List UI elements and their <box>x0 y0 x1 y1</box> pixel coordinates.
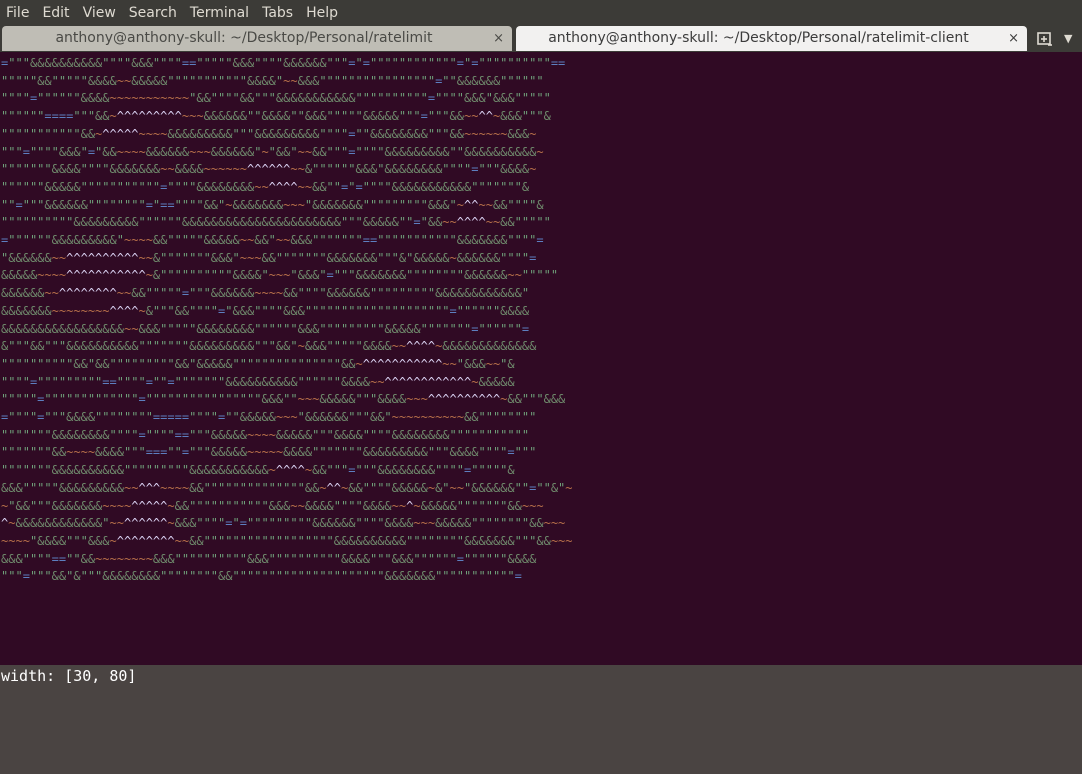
terminal-line: """"=""""""&&&&~~~~~~~~~~~"&&""""&&"""&&… <box>1 91 551 106</box>
terminal-line: "&&&&&&~~^^^^^^^^^^~~&"""""""&&&"~~~&&""… <box>1 250 537 265</box>
status-area: width: [30, 80] <box>0 665 1082 774</box>
terminal-line: """""""&&~~~~&&&&"""===""="""&&&&&~~~~~&… <box>1 445 537 460</box>
close-icon[interactable]: × <box>1008 26 1019 51</box>
terminal-line: &&&"""""&&&&&&&&&~~^^^~~~~&&""""""""""""… <box>1 480 573 495</box>
terminal-line: =""""="""&&&&""""""""=====""""=""&&&&&~~… <box>1 410 537 425</box>
terminal-line: ~~~~"&&&&"""&&&~^^^^^^^^~~&&""""""""""""… <box>1 533 573 548</box>
terminal-line: """"""""""&&&&&&&&&""""""&&&&&&&&&&&&&&&… <box>1 215 551 230</box>
terminal-line: ="""&&&&&&&&&&""""&&&""""=="""""&&&""""&… <box>1 56 566 70</box>
chevron-down-icon[interactable]: ▼ <box>1064 29 1078 49</box>
terminal-line: &&&&&&&~~~~~~~~^^^^~&"""&&""""="&&&""""&… <box>1 303 530 318</box>
terminal-line: &"""&&"""&&&&&&&&&&"""""""&&&&&&&&&"""&&… <box>1 339 537 354</box>
status-text: width: [30, 80] <box>1 667 137 685</box>
terminal-line: """""""&&&&&&&&&&"""""""""&&&&&&&&&&&~^^… <box>1 463 515 478</box>
terminal-line: """""&&"""""&&&&~~&&&&&"""""""""""&&&&"~… <box>1 73 544 88</box>
new-tab-icon-svg <box>1037 32 1052 46</box>
terminal-line: """""""&&&&&&&&""""=""""=="""&&&&&~~~~&&… <box>1 427 530 442</box>
new-tab-icon[interactable] <box>1035 29 1055 49</box>
menu-view[interactable]: View <box>77 0 123 26</box>
terminal-line: &&&""""==""&&~~~~~~~~&&&""""""""""&&&"""… <box>1 551 537 566</box>
terminal-line: """""""""""&&~^^^^^~~~~&&&&&&&&&"""&&&&&… <box>1 126 537 141</box>
terminal-line: """""="""""""""""""=""""""""""""""""&&&"… <box>1 392 566 407</box>
menu-help[interactable]: Help <box>300 0 345 26</box>
terminal-line: """"""===="""&&~^^^^^^^^^~~~&&&&&&""&&&&… <box>1 109 551 124</box>
tab-ratelimit[interactable]: anthony@anthony-skull: ~/Desktop/Persona… <box>2 26 512 51</box>
menu-terminal[interactable]: Terminal <box>184 0 256 26</box>
terminal-line: ^~&&&&&&&&&&&&"~~^^^^^^~&&&""""="=""""""… <box>1 516 566 531</box>
terminal-line: =""""""&&&&&&&&&"~~~~&&"""""&&&&&~~&&"~~… <box>1 233 544 248</box>
menu-edit[interactable]: Edit <box>36 0 76 26</box>
terminal-line: """="""&&"&"""&&&&&&&&""""""""&&""""""""… <box>1 569 522 584</box>
menu-search[interactable]: Search <box>123 0 184 26</box>
close-icon[interactable]: × <box>493 26 504 51</box>
terminal-line: ~"&&"""&&&&&&&~~~~^^^^^~&&"""""""""""&&&… <box>1 498 544 513</box>
terminal-output[interactable]: ="""&&&&&&&&&&""""&&&""""=="""""&&&""""&… <box>0 52 1082 665</box>
tab-bar: anthony@anthony-skull: ~/Desktop/Persona… <box>0 26 1082 52</box>
terminal-line: """=""""&&&"="&&~~~~&&&&&&~~~&&&&&&"~"&&… <box>1 144 544 159</box>
terminal-line: """"="""""""""==""""=""="""""""&&&&&&&&&… <box>1 374 515 389</box>
ascii-terrain: ="""&&&&&&&&&&""""&&&""""=="""""&&&""""&… <box>1 55 573 586</box>
menu-tabs[interactable]: Tabs <box>256 0 300 26</box>
terminal-line: &&&&&&&&&&&&&&&&&~~&&&"""""&&&&&&&&"""""… <box>1 321 530 336</box>
menu-bar: File Edit View Search Terminal Tabs Help <box>0 0 1082 26</box>
menu-file[interactable]: File <box>0 0 36 26</box>
tab-title: anthony@anthony-skull: ~/Desktop/Persona… <box>548 30 969 46</box>
terminal-line: """"""""""&&"&&"""""""""&&"&&&&&""""""""… <box>1 356 515 371</box>
tab-title: anthony@anthony-skull: ~/Desktop/Persona… <box>55 30 433 46</box>
terminal-line: ""="""&&&&&&""""""""="==""""&&"~&&&&&&&~… <box>1 197 544 212</box>
tab-ratelimit-client[interactable]: anthony@anthony-skull: ~/Desktop/Persona… <box>516 26 1027 51</box>
terminal-line: &&&&&&~~^^^^^^^^~~&&"""""="""&&&&&&~~~~&… <box>1 286 530 301</box>
terminal-line: """""""&&&&""""&&&&&&&~~&&&&~~~~~~^^^^^^… <box>1 162 537 177</box>
terminal-line: """"""&&&&&"""""""""""=""""&&&&&&&&~~^^^… <box>1 179 530 194</box>
terminal-line: &&&&&~~~~^^^^^^^^^^^~&""""""""""&&&&"~~~… <box>1 268 559 283</box>
